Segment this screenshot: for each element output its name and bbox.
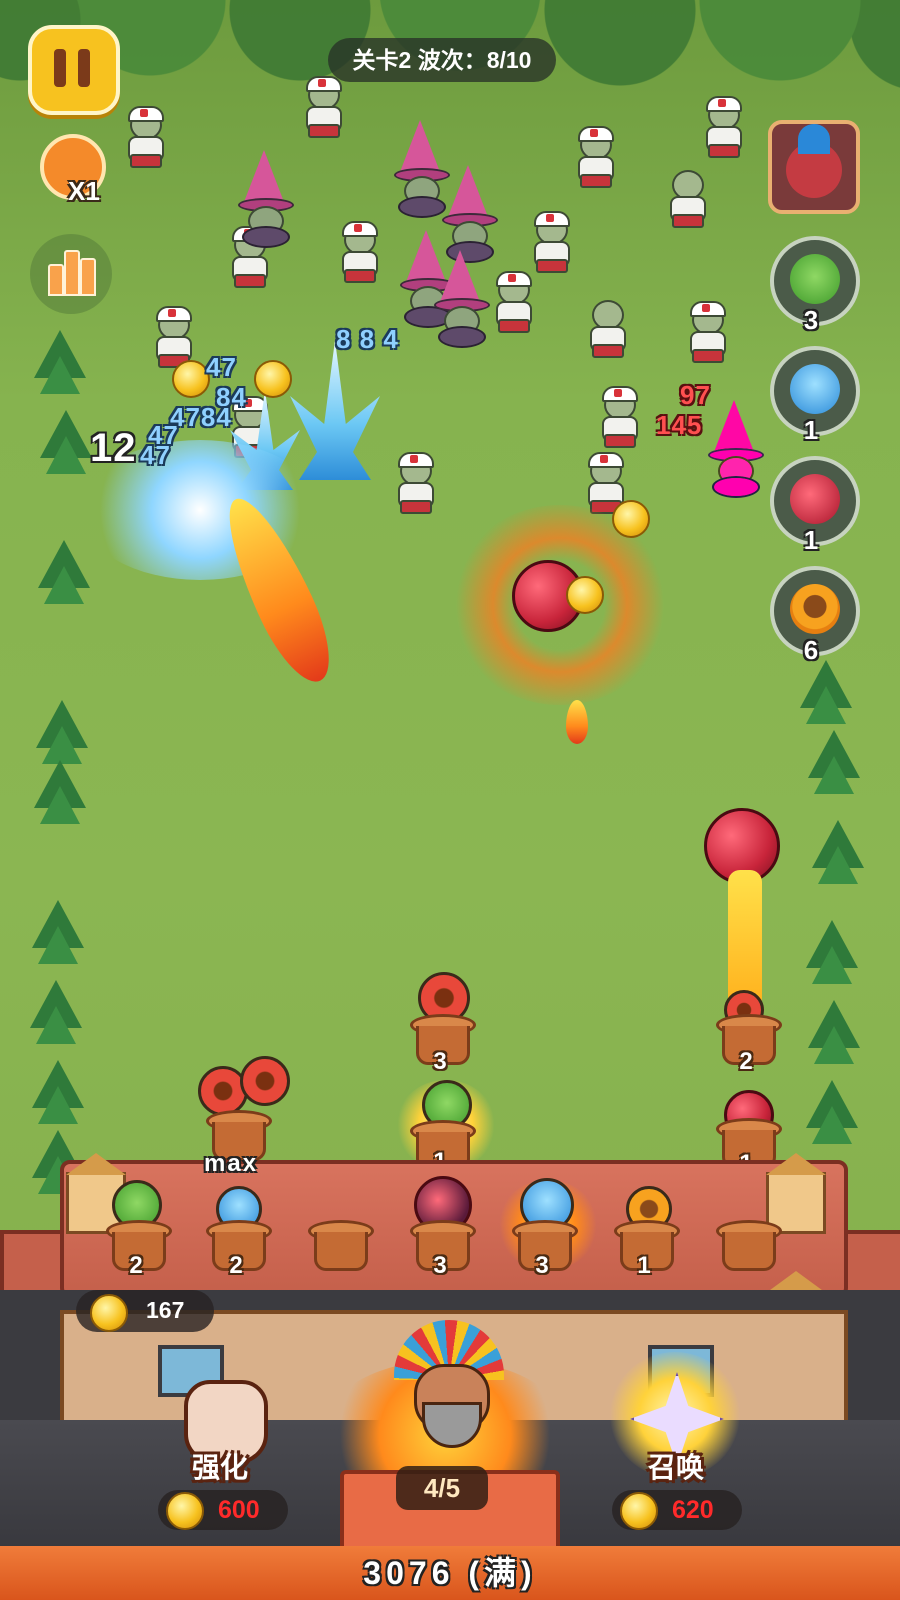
level-wave-indicator: 关卡2 波次：8/10 xyxy=(328,38,556,82)
damage-number: 145 xyxy=(656,410,703,440)
coin-icon xyxy=(620,1492,658,1530)
red-flower-plant[interactable] xyxy=(240,1056,290,1106)
energy-text: 3076 (满) xyxy=(363,1555,537,1591)
plant-level: 1 xyxy=(637,1252,651,1279)
tree xyxy=(38,540,90,604)
pause-button[interactable] xyxy=(28,25,120,115)
summon-label: 召唤 xyxy=(648,1452,705,1483)
tree xyxy=(34,330,86,394)
witch-zombie xyxy=(236,150,294,248)
roster-count: 3 xyxy=(803,305,819,335)
zombie xyxy=(684,301,728,365)
zombie xyxy=(392,452,436,516)
stats-button[interactable] xyxy=(30,234,112,314)
damage-number: 47 xyxy=(140,440,171,470)
empty-plant-pot[interactable] xyxy=(716,1220,782,1271)
damage-number: 4784 xyxy=(170,402,232,432)
summon-cost: 620 xyxy=(612,1490,742,1530)
fire-beam-effect xyxy=(728,870,762,1010)
plant-level: 2 xyxy=(129,1252,143,1279)
blue-mushroom-icon xyxy=(790,364,840,414)
zombie xyxy=(572,126,616,190)
tree xyxy=(808,1000,860,1064)
sun-projectile xyxy=(254,360,292,398)
game-field: 8 8 4 47 84 47 4784 12 47 97 145 X1 关卡2 … xyxy=(0,0,900,1600)
tree xyxy=(800,660,852,724)
coin-icon xyxy=(166,1492,204,1530)
tree xyxy=(32,1060,84,1124)
sun-projectile xyxy=(172,360,210,398)
summon-cost-amount: 620 xyxy=(672,1496,714,1524)
plant-level: 3 xyxy=(535,1252,549,1279)
coin-counter: 167 xyxy=(76,1290,214,1332)
tree xyxy=(30,980,82,1044)
cherry-bomb-icon xyxy=(790,474,840,524)
zombie xyxy=(664,170,708,230)
speed-label: X1 xyxy=(68,176,100,206)
zombie xyxy=(596,386,640,450)
zombie xyxy=(300,76,344,140)
plant-level: 2 xyxy=(739,1048,753,1075)
plant-level: 2 xyxy=(229,1252,243,1279)
zombie xyxy=(700,96,744,160)
coin-icon xyxy=(90,1294,128,1332)
sun-projectile xyxy=(566,576,604,614)
zombie xyxy=(584,300,628,360)
tree xyxy=(34,760,86,824)
witch-zombie-hit xyxy=(706,400,764,498)
sunflower-icon xyxy=(790,584,840,634)
hero-chief[interactable] xyxy=(384,1320,514,1460)
tree xyxy=(808,730,860,794)
upgrade-label: 强化 xyxy=(192,1452,249,1483)
hero-beard xyxy=(422,1402,482,1448)
plant-level: 3 xyxy=(433,1252,447,1279)
coin-amount: 167 xyxy=(146,1297,185,1323)
zombie xyxy=(336,221,380,285)
tree xyxy=(32,900,84,964)
roster-count: 6 xyxy=(803,635,819,665)
sun-projectile xyxy=(566,700,588,744)
damage-number: 47 xyxy=(206,352,237,382)
tree xyxy=(812,820,864,884)
max-level-label: max xyxy=(204,1150,259,1177)
damage-number: 12 xyxy=(90,426,137,470)
damage-number: 97 xyxy=(680,380,711,410)
zombie xyxy=(528,211,572,275)
speed-toggle-button[interactable]: X1 xyxy=(32,128,112,208)
roster-count: 1 xyxy=(803,415,819,445)
tree xyxy=(40,410,92,474)
boss-portrait-icon[interactable] xyxy=(768,120,860,214)
damage-number: 8 8 4 xyxy=(336,324,399,354)
tree xyxy=(36,700,88,764)
upgrade-cost-amount: 600 xyxy=(218,1496,260,1524)
peashooter-icon xyxy=(790,254,840,304)
roster-count: 1 xyxy=(803,525,819,555)
sun-projectile xyxy=(612,500,650,538)
zombie xyxy=(122,106,166,170)
hero-count: 4/5 xyxy=(396,1466,488,1510)
plant-level: 3 xyxy=(433,1048,447,1075)
tree xyxy=(806,920,858,984)
ice-crystal-effect xyxy=(290,340,380,480)
empty-plant-pot[interactable] xyxy=(308,1220,374,1271)
witch-zombie xyxy=(432,250,490,348)
zombie xyxy=(490,271,534,335)
upgrade-cost: 600 xyxy=(158,1490,288,1530)
tree xyxy=(806,1080,858,1144)
